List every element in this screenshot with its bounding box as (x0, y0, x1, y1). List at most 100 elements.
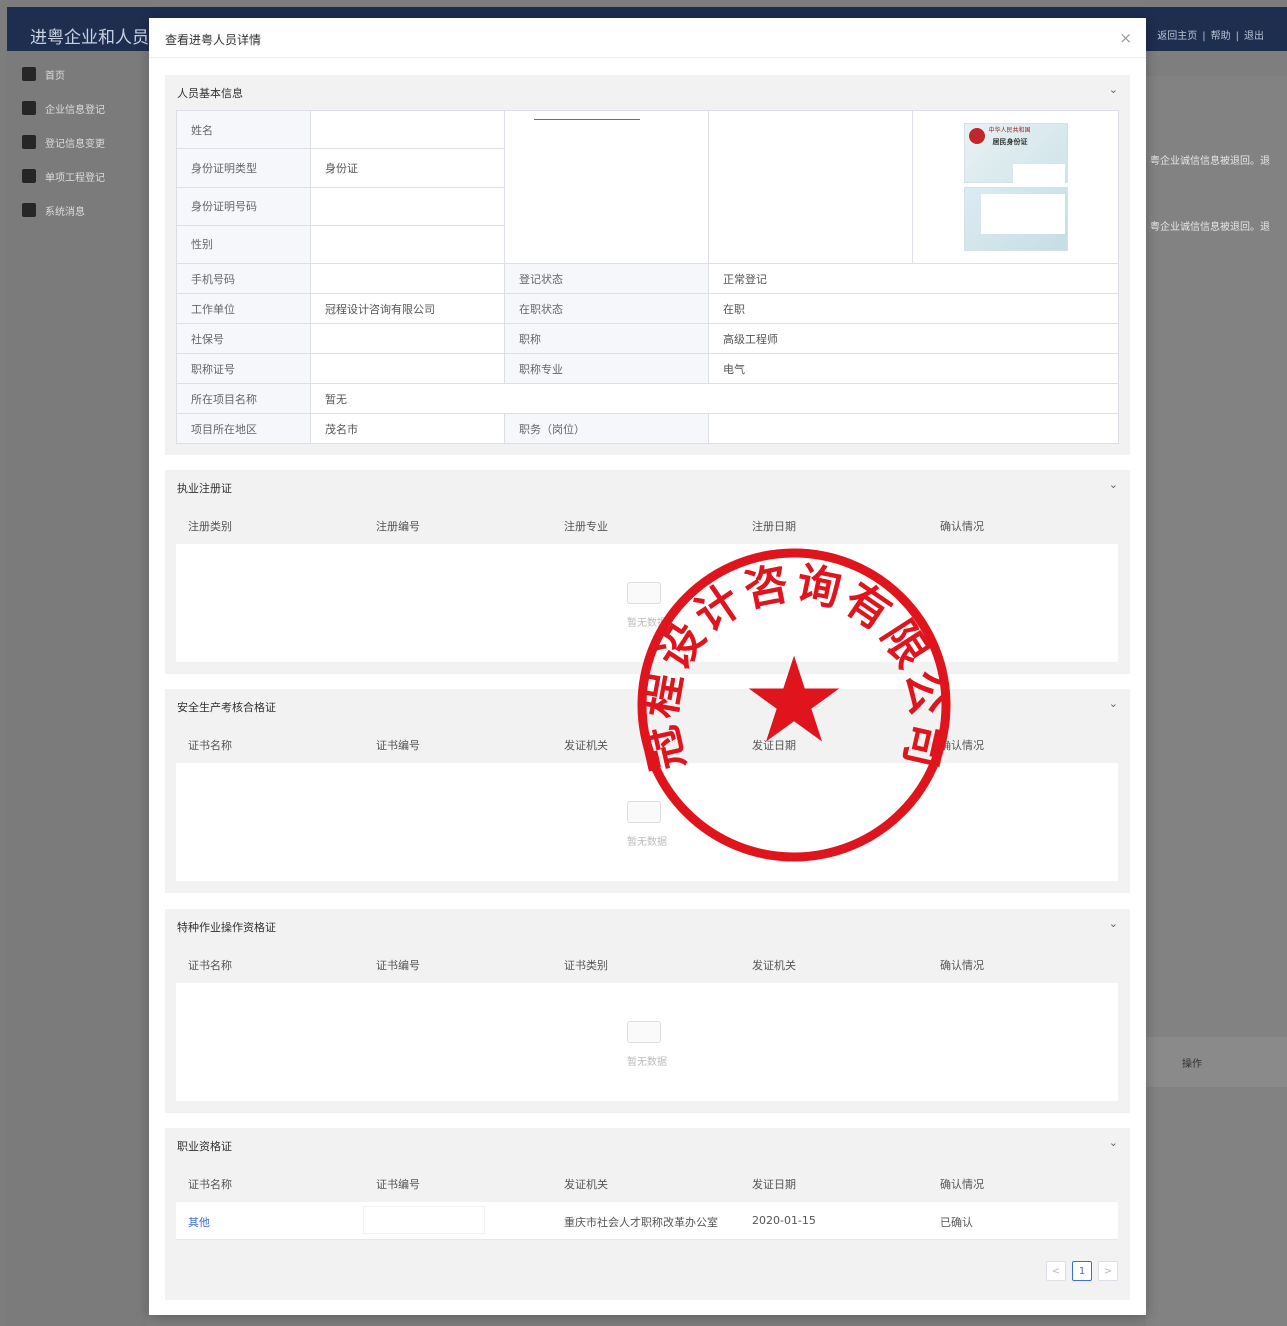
project-name-label: 所在项目名称 (176, 383, 311, 414)
sidebar-item-change[interactable]: 登记信息变更 (22, 132, 105, 152)
column-header: 确认情况 (940, 1178, 984, 1191)
prev-page-button[interactable]: < (1046, 1261, 1066, 1281)
empty-text: 暂无数据 (627, 618, 667, 629)
column-header: 注册日期 (752, 520, 796, 533)
section-title: 安全生产考核合格证 (177, 701, 276, 714)
background-list (1146, 76, 1287, 1326)
modal-body[interactable]: 人员基本信息 ⌄ 姓名 中华人民共和国 居民身份证 身份证明类型 身份证 身份证… (165, 75, 1130, 1301)
title-cert-value (310, 353, 505, 384)
photo-cell (708, 110, 913, 264)
safety-cert-section: 安全生产考核合格证 ⌄ 证书名称 证书编号 发证机关 发证日期 确认情况 暂无数… (165, 689, 1130, 893)
column-header: 证书名称 (188, 739, 232, 752)
id-number-value (310, 186, 505, 226)
column-header: 发证日期 (752, 739, 796, 752)
cert-date: 2020-01-15 (752, 1214, 816, 1227)
next-page-button[interactable]: > (1098, 1261, 1118, 1281)
gender-value (310, 224, 505, 265)
phone-value (310, 263, 505, 294)
sidebar-item-label: 首页 (45, 70, 65, 82)
gender-label: 性别 (176, 224, 311, 265)
qualification-cert-section: 职业资格证 ⌄ 证书名称 证书编号 发证机关 发证日期 确认情况 其他 重庆市社… (165, 1128, 1130, 1300)
page-number-button[interactable]: 1 (1072, 1261, 1092, 1281)
home-icon (22, 67, 36, 81)
inbox-icon (627, 1021, 661, 1043)
sidebar-item-company-register[interactable]: 企业信息登记 (22, 98, 105, 118)
id-card-cell: 中华人民共和国 居民身份证 (912, 110, 1119, 264)
column-header: 确认情况 (940, 520, 984, 533)
sidebar-item-project[interactable]: 单项工程登记 (22, 166, 105, 186)
column-header: 证书类别 (564, 959, 608, 972)
sidebar-item-label: 登记信息变更 (45, 138, 105, 150)
chevron-down-icon[interactable]: ⌄ (1109, 697, 1118, 710)
column-header: 发证日期 (752, 1178, 796, 1191)
sidebar (7, 51, 147, 1326)
practice-cert-section: 执业注册证 ⌄ 注册类别 注册编号 注册专业 注册日期 确认情况 暂无数据 (165, 470, 1130, 674)
edit-icon (22, 135, 36, 149)
divider (149, 57, 1146, 58)
id-card-name: 居民身份证 (992, 138, 1028, 146)
redaction (980, 194, 1065, 234)
home-link[interactable]: 返回主页 (1157, 31, 1197, 42)
id-type-value: 身份证 (310, 148, 505, 188)
project-name-value: 暂无 (310, 383, 1119, 414)
clipboard-icon (22, 169, 36, 183)
column-header: 证书编号 (376, 1178, 420, 1191)
help-link[interactable]: 帮助 (1211, 31, 1231, 42)
sidebar-item-messages[interactable]: 系统消息 (22, 200, 85, 220)
modal-title: 查看进粤人员详情 (165, 33, 262, 47)
position-value (708, 413, 1119, 444)
cert-status: 已确认 (940, 1216, 973, 1229)
reg-status-value: 正常登记 (708, 263, 1119, 294)
position-label: 职务（岗位） (504, 413, 709, 444)
chevron-down-icon[interactable]: ⌄ (1109, 917, 1118, 930)
basic-info-table: 姓名 中华人民共和国 居民身份证 身份证明类型 身份证 身份证明号码 性别 手机… (176, 109, 1119, 444)
photo-cell (504, 110, 709, 264)
sidebar-item-label: 企业信息登记 (45, 104, 105, 116)
sidebar-item-home[interactable]: 首页 (22, 64, 65, 84)
column-header: 发证机关 (752, 959, 796, 972)
chevron-down-icon[interactable]: ⌄ (1109, 478, 1118, 491)
cert-name-link[interactable]: 其他 (188, 1214, 210, 1230)
sidebar-item-label: 单项工程登记 (45, 172, 105, 184)
chevron-down-icon[interactable]: ⌄ (1109, 1136, 1118, 1149)
app-title: 进粤企业和人员诚 (30, 28, 166, 48)
chevron-down-icon[interactable]: ⌄ (1109, 83, 1118, 96)
section-title: 职业资格证 (177, 1140, 232, 1153)
job-status-value: 在职 (708, 293, 1119, 324)
background-message: 粤企业诚信信息被退回。退 (1150, 222, 1270, 233)
id-type-label: 身份证明类型 (176, 148, 311, 188)
social-no-label: 社保号 (176, 323, 311, 354)
background-op-header: 操作 (1146, 1037, 1287, 1087)
logout-link[interactable]: 退出 (1244, 31, 1264, 42)
name-label: 姓名 (176, 109, 311, 150)
close-icon[interactable]: × (1119, 29, 1132, 47)
divider (534, 119, 640, 120)
empty-text: 暂无数据 (627, 837, 667, 848)
column-header: 注册类别 (188, 520, 232, 533)
table-row: 其他 重庆市社会人才职称改革办公室 2020-01-15 已确认 (176, 1202, 1118, 1240)
id-card-country: 中华人民共和国 (988, 127, 1031, 134)
empty-table: 暂无数据 (176, 763, 1118, 881)
basic-info-section: 人员基本信息 ⌄ 姓名 中华人民共和国 居民身份证 身份证明类型 身份证 身份证… (165, 75, 1130, 455)
name-value (310, 109, 505, 150)
column-header: 证书名称 (188, 1178, 232, 1191)
empty-table: 暂无数据 (176, 544, 1118, 662)
employer-label: 工作单位 (176, 293, 311, 324)
building-icon (22, 101, 36, 115)
title-cert-label: 职称证号 (176, 353, 311, 384)
redaction (1012, 164, 1065, 184)
id-number-label: 身份证明号码 (176, 186, 311, 226)
message-icon (22, 203, 36, 217)
id-card-front: 中华人民共和国 居民身份证 (963, 123, 1068, 184)
column-header: 确认情况 (940, 959, 984, 972)
title-value: 高级工程师 (708, 323, 1119, 354)
phone-label: 手机号码 (176, 263, 311, 294)
column-header: 证书名称 (188, 959, 232, 972)
project-region-label: 项目所在地区 (176, 413, 311, 444)
id-card-back (963, 187, 1068, 251)
id-card-image[interactable]: 中华人民共和国 居民身份证 (963, 123, 1068, 251)
column-header: 发证机关 (564, 739, 608, 752)
person-detail-modal: 查看进粤人员详情 × 人员基本信息 ⌄ 姓名 中华人民共和国 居民身份证 身份证… (149, 18, 1146, 1315)
inbox-icon (627, 801, 661, 823)
top-links: 返回主页 | 帮助 | 退出 (1157, 31, 1264, 42)
